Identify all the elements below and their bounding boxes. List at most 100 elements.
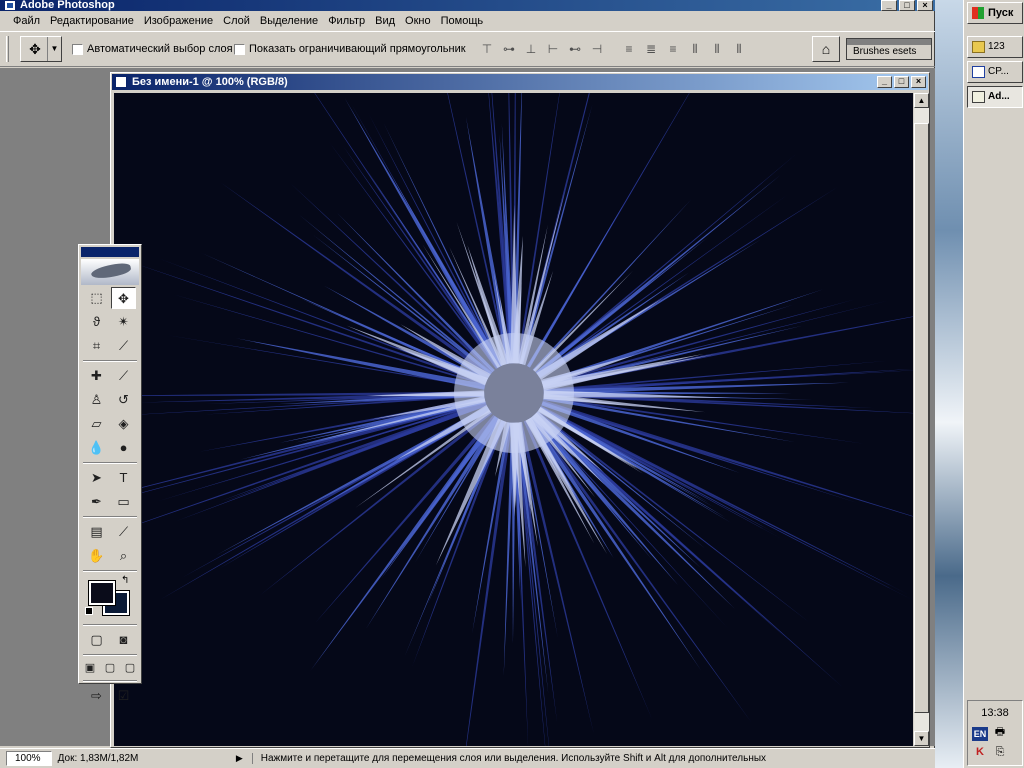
clock[interactable]: 13:38	[968, 707, 1022, 719]
dodge-tool-icon[interactable]: ●	[111, 437, 136, 459]
minimize-button[interactable]: _	[881, 0, 897, 11]
history-brush-tool-icon[interactable]: ↺	[111, 389, 136, 411]
foreground-color-swatch[interactable]	[88, 580, 116, 606]
doc-maximize-button[interactable]: □	[894, 76, 909, 88]
app-title: Adobe Photoshop	[20, 0, 115, 11]
zoom-tool-icon[interactable]: ⌕	[111, 545, 136, 567]
crop-tool-icon[interactable]: ⌗	[84, 335, 109, 357]
network-icon[interactable]: ⎘	[992, 745, 1008, 759]
options-bar-grip[interactable]	[6, 36, 9, 62]
show-bounding-box-option[interactable]: Показать ограничивающий прямоугольник	[234, 43, 466, 55]
app-titlebar[interactable]: Adobe Photoshop _ □ ×	[0, 0, 935, 11]
start-label: Пуск	[988, 7, 1014, 19]
status-menu-arrow-icon[interactable]: ▶	[236, 753, 248, 764]
menu-layer[interactable]: Слой	[218, 11, 255, 31]
scroll-up-button[interactable]: ▲	[914, 93, 929, 108]
healing-brush-tool-icon[interactable]: ✚	[84, 365, 109, 387]
full-screen-mode-icon[interactable]: ▢	[121, 659, 139, 677]
menu-help[interactable]: Помощь	[436, 11, 489, 31]
toolbox-row: 💧 ●	[79, 437, 141, 459]
toolbox-titlebar[interactable]	[81, 247, 139, 257]
photoshop-app-icon[interactable]	[4, 0, 16, 11]
antivirus-icon[interactable]: K	[972, 745, 988, 759]
printer-icon[interactable]: 🖶	[992, 725, 1008, 739]
menu-select[interactable]: Выделение	[255, 11, 323, 31]
menu-edit[interactable]: Редактирование	[45, 11, 139, 31]
maximize-button[interactable]: □	[899, 0, 915, 11]
magic-wand-tool-icon[interactable]: ✴	[111, 311, 136, 333]
document-titlebar[interactable]: Без имени-1 @ 100% (RGB/8) _ □ ×	[112, 74, 928, 90]
align-top-icon[interactable]: ⊤	[478, 40, 496, 58]
toolbox-divider	[83, 516, 137, 518]
marquee-tool-icon[interactable]: ⬚	[84, 287, 109, 309]
vertical-scrollbar[interactable]: ▲ ▼	[914, 93, 929, 746]
eraser-tool-icon[interactable]: ▱	[84, 413, 109, 435]
distribute-bottom-icon[interactable]: ≡	[664, 40, 682, 58]
show-bounding-box-checkbox[interactable]	[234, 43, 245, 55]
windows-logo-icon	[972, 7, 984, 19]
blur-tool-icon[interactable]: 💧	[84, 437, 109, 459]
align-right-icon[interactable]: ⊣	[588, 40, 606, 58]
taskbar-item-photoshop[interactable]: Ad...	[967, 86, 1023, 108]
clone-stamp-tool-icon[interactable]: ♙	[84, 389, 109, 411]
distribute-left-icon[interactable]: ⦀	[686, 40, 704, 58]
menu-window[interactable]: Окно	[400, 11, 436, 31]
move-tool-icon[interactable]: ✥	[111, 287, 136, 309]
photoshop-feather-logo[interactable]	[81, 259, 139, 285]
distribute-vcenter-icon[interactable]: ≣	[642, 40, 660, 58]
rectangle-tool-icon[interactable]: ▭	[111, 491, 136, 513]
chevron-down-icon[interactable]: ▼	[47, 37, 61, 61]
full-screen-menu-mode-icon[interactable]: ▢	[101, 659, 119, 677]
image-canvas[interactable]	[114, 93, 913, 746]
brushes-palette-tab[interactable]: Brushes esets	[846, 38, 932, 60]
edit-in-imageready-icon[interactable]: ☑	[111, 685, 136, 707]
start-button[interactable]: Пуск	[967, 2, 1023, 24]
document-size-info[interactable]: Док: 1,83M/1,82M	[58, 753, 236, 764]
align-hcenter-icon[interactable]: ⊷	[566, 40, 584, 58]
menu-filter[interactable]: Фильтр	[323, 11, 370, 31]
menu-file[interactable]: Файл	[8, 11, 45, 31]
menu-view[interactable]: Вид	[370, 11, 400, 31]
distribute-right-icon[interactable]: ⦀	[730, 40, 748, 58]
hand-tool-icon[interactable]: ✋	[84, 545, 109, 567]
distribute-hcenter-icon[interactable]: ⦀	[708, 40, 726, 58]
tool-preset-picker[interactable]: ✥ ▼	[20, 36, 62, 62]
type-tool-icon[interactable]: T	[111, 467, 136, 489]
paint-bucket-tool-icon[interactable]: ◈	[111, 413, 136, 435]
slice-tool-icon[interactable]: ⟋	[111, 335, 136, 357]
align-vcenter-icon[interactable]: ⊶	[500, 40, 518, 58]
show-bounding-box-label: Показать ограничивающий прямоугольник	[249, 43, 466, 55]
standard-screen-mode-icon[interactable]: ▣	[81, 659, 99, 677]
scroll-down-button[interactable]: ▼	[914, 731, 929, 746]
brushes-tab-label: Brushes esets	[853, 46, 917, 57]
distribute-top-icon[interactable]: ≡	[620, 40, 638, 58]
taskbar-item-document[interactable]: CP...	[967, 61, 1023, 83]
taskbar-item-folder[interactable]: 123	[967, 36, 1023, 58]
menu-image[interactable]: Изображение	[139, 11, 218, 31]
document-icon[interactable]	[115, 76, 127, 88]
scroll-thumb[interactable]	[914, 123, 929, 713]
close-button[interactable]: ×	[917, 0, 933, 11]
toolbox-row: ⌗ ⟋	[79, 335, 141, 357]
align-bottom-icon[interactable]: ⊥	[522, 40, 540, 58]
path-selection-tool-icon[interactable]: ➤	[84, 467, 109, 489]
pen-tool-icon[interactable]: ✒	[84, 491, 109, 513]
doc-close-button[interactable]: ×	[911, 76, 926, 88]
toolbox-divider	[83, 680, 137, 682]
jump-to-imageready-icon[interactable]: ⇨	[84, 685, 109, 707]
standard-mode-icon[interactable]: ▢	[84, 629, 109, 651]
brush-tool-icon[interactable]: ⟋	[111, 365, 136, 387]
eyedropper-tool-icon[interactable]: ⟋	[111, 521, 136, 543]
auto-select-layer-checkbox[interactable]	[72, 43, 83, 55]
quick-mask-mode-icon[interactable]: ◙	[111, 629, 136, 651]
zoom-level-field[interactable]: 100%	[6, 751, 52, 766]
lasso-tool-icon[interactable]: ϑ	[84, 311, 109, 333]
language-indicator[interactable]: EN	[972, 727, 988, 741]
auto-select-layer-option[interactable]: Автоматический выбор слоя	[72, 43, 233, 55]
swap-colors-icon[interactable]: ↰	[121, 575, 129, 586]
notes-tool-icon[interactable]: ▤	[84, 521, 109, 543]
palette-well-button[interactable]: ⌂	[812, 36, 840, 62]
default-colors-icon[interactable]	[85, 607, 93, 615]
align-left-icon[interactable]: ⊢	[544, 40, 562, 58]
doc-minimize-button[interactable]: _	[877, 76, 892, 88]
